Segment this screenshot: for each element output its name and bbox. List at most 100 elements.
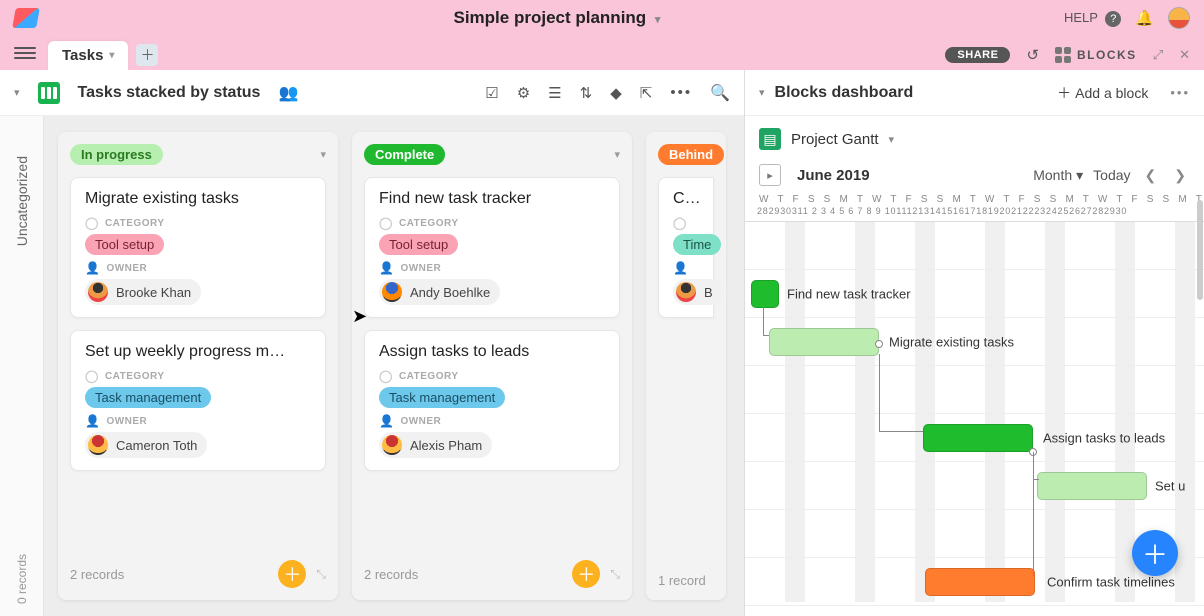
gantt-body[interactable]: Find new task tracker Migrate existing t… — [745, 222, 1204, 602]
sheet-icon: ▤ — [759, 128, 781, 150]
uncategorized-label: Uncategorized — [14, 156, 30, 246]
card[interactable]: Migrate existing tasks ◯CATEGORY Tool se… — [70, 177, 326, 318]
collapse-icon[interactable]: ⤡ — [316, 567, 326, 582]
history-icon[interactable]: ↺ — [1026, 46, 1039, 64]
add-block-button[interactable]: ＋Add a block — [1057, 83, 1148, 103]
uncategorized-column[interactable]: Uncategorized 0 records — [0, 116, 44, 616]
status-pill[interactable]: In progress — [70, 144, 163, 165]
share-button[interactable]: SHARE — [945, 47, 1010, 63]
gantt-bar[interactable] — [923, 424, 1033, 452]
add-card-button[interactable]: ＋ — [572, 560, 600, 588]
filter-icon[interactable]: ☰ — [548, 84, 561, 102]
more-icon[interactable]: ••• — [670, 84, 692, 101]
blocks-header: ▾ Blocks dashboard ＋Add a block ••• — [745, 70, 1204, 116]
app-logo[interactable] — [12, 8, 40, 28]
lists: In progress ▾ Migrate existing tasks ◯CA… — [44, 116, 740, 616]
next-icon[interactable]: ❯ — [1170, 167, 1190, 184]
gantt-bar[interactable] — [769, 328, 879, 356]
avatar — [382, 435, 402, 455]
card[interactable]: Conf ◯ Time 👤 B — [658, 177, 714, 318]
chevron-down-icon[interactable]: ▾ — [320, 148, 326, 161]
checkbox-icon[interactable]: ☑ — [485, 84, 498, 102]
chevron-down-icon[interactable]: ▾ — [889, 133, 895, 146]
gantt-bar[interactable] — [751, 280, 779, 308]
card-title: Find new task tracker — [379, 190, 605, 208]
today-button[interactable]: Today — [1093, 167, 1130, 183]
gantt-bar-label: Migrate existing tasks — [889, 335, 1014, 350]
collaborators-icon[interactable]: 👥 — [278, 83, 298, 103]
gantt-arrow — [763, 306, 769, 336]
chevron-down-icon: ▾ — [655, 14, 661, 26]
uncategorized-count: 0 records — [15, 554, 29, 604]
category-pill: Tool setup — [379, 234, 458, 255]
timeline-icon[interactable]: ▸ — [759, 164, 781, 186]
help-label: HELP — [1064, 10, 1098, 25]
gantt-bar[interactable] — [1037, 472, 1147, 500]
card[interactable]: Assign tasks to leads ◯CATEGORY Task man… — [364, 330, 620, 471]
list-in-progress: In progress ▾ Migrate existing tasks ◯CA… — [58, 132, 338, 600]
view-name[interactable]: Tasks stacked by status — [78, 84, 261, 102]
person-icon: 👤 — [85, 414, 100, 428]
list-header: Behind — [658, 144, 714, 165]
block-name[interactable]: Project Gantt — [791, 131, 879, 148]
gantt-bar-label: Find new task tracker — [787, 287, 911, 302]
bell-icon[interactable]: 🔔 — [1135, 9, 1154, 27]
card[interactable]: Set up weekly progress m… ◯CATEGORY Task… — [70, 330, 326, 471]
scrollbar[interactable] — [1195, 200, 1204, 566]
chevron-down-icon[interactable]: ▾ — [759, 86, 765, 99]
blocks-label: BLOCKS — [1077, 48, 1137, 62]
field-category: ◯CATEGORY — [379, 216, 605, 230]
gantt-handle[interactable] — [875, 340, 883, 348]
expand-icon[interactable]: ⤢ — [1153, 47, 1163, 63]
add-fab-button[interactable]: ＋ — [1132, 530, 1178, 576]
category-pill: Time — [673, 234, 721, 255]
avatar — [676, 282, 696, 302]
tab-tasks[interactable]: Tasks ▾ — [48, 41, 128, 70]
tab-row: Tasks ▾ ＋ SHARE ↺ BLOCKS ⤢ ✕ — [0, 36, 1204, 70]
prev-icon[interactable]: ❮ — [1141, 167, 1161, 184]
close-icon[interactable]: ✕ — [1179, 47, 1190, 63]
card[interactable]: Find new task tracker ◯CATEGORY Tool set… — [364, 177, 620, 318]
tag-icon: ◯ — [379, 216, 393, 230]
status-pill[interactable]: Complete — [364, 144, 445, 165]
help-link[interactable]: HELP ? — [1064, 10, 1121, 27]
chevron-down-icon: ▾ — [109, 50, 114, 61]
search-icon[interactable]: 🔍 — [710, 83, 730, 103]
gantt-bar-label: Confirm task timelines — [1047, 575, 1175, 590]
add-card-button[interactable]: ＋ — [278, 560, 306, 588]
collapse-icon[interactable]: ⤡ — [610, 567, 620, 582]
block-title-row: ▤ Project Gantt ▾ — [745, 116, 1204, 162]
card-title: Assign tasks to leads — [379, 343, 605, 361]
user-avatar[interactable] — [1168, 7, 1190, 29]
kanban-icon[interactable] — [38, 82, 60, 104]
field-owner: 👤OWNER — [379, 414, 605, 428]
tab-label: Tasks — [62, 47, 103, 64]
base-title-text: Simple project planning — [454, 8, 647, 27]
owner-chip: B — [673, 279, 723, 305]
status-pill[interactable]: Behind — [658, 144, 724, 165]
avatar — [88, 282, 108, 302]
chevron-down-icon[interactable]: ▾ — [14, 86, 20, 99]
color-icon[interactable]: ◆ — [610, 84, 622, 102]
add-tab-button[interactable]: ＋ — [136, 44, 158, 66]
scale-select[interactable]: Month▾ — [1033, 167, 1083, 184]
card-title: Conf — [673, 190, 699, 208]
more-icon[interactable]: ••• — [1170, 85, 1190, 100]
share-view-icon[interactable]: ⇱ — [640, 84, 653, 102]
category-pill: Task management — [379, 387, 505, 408]
gantt-day-row: W T F S S M T W T F S S M T W T F S S M … — [745, 194, 1204, 205]
list-footer: 2 records ＋ ⤡ — [70, 552, 326, 588]
category-pill: Tool setup — [85, 234, 164, 255]
chevron-down-icon[interactable]: ▾ — [614, 148, 620, 161]
avatar — [88, 435, 108, 455]
person-icon: 👤 — [85, 261, 100, 275]
gear-icon[interactable]: ⚙ — [517, 84, 530, 102]
owner-chip: Andy Boehlke — [379, 279, 500, 305]
blocks-toggle[interactable]: BLOCKS — [1055, 47, 1137, 63]
sort-icon[interactable]: ⇅ — [580, 84, 593, 102]
person-icon: 👤 — [673, 261, 688, 275]
menu-icon[interactable] — [14, 42, 36, 64]
base-title[interactable]: Simple project planning ▾ — [50, 8, 1064, 28]
gantt-arrow — [879, 354, 923, 432]
gantt-bar[interactable] — [925, 568, 1035, 596]
